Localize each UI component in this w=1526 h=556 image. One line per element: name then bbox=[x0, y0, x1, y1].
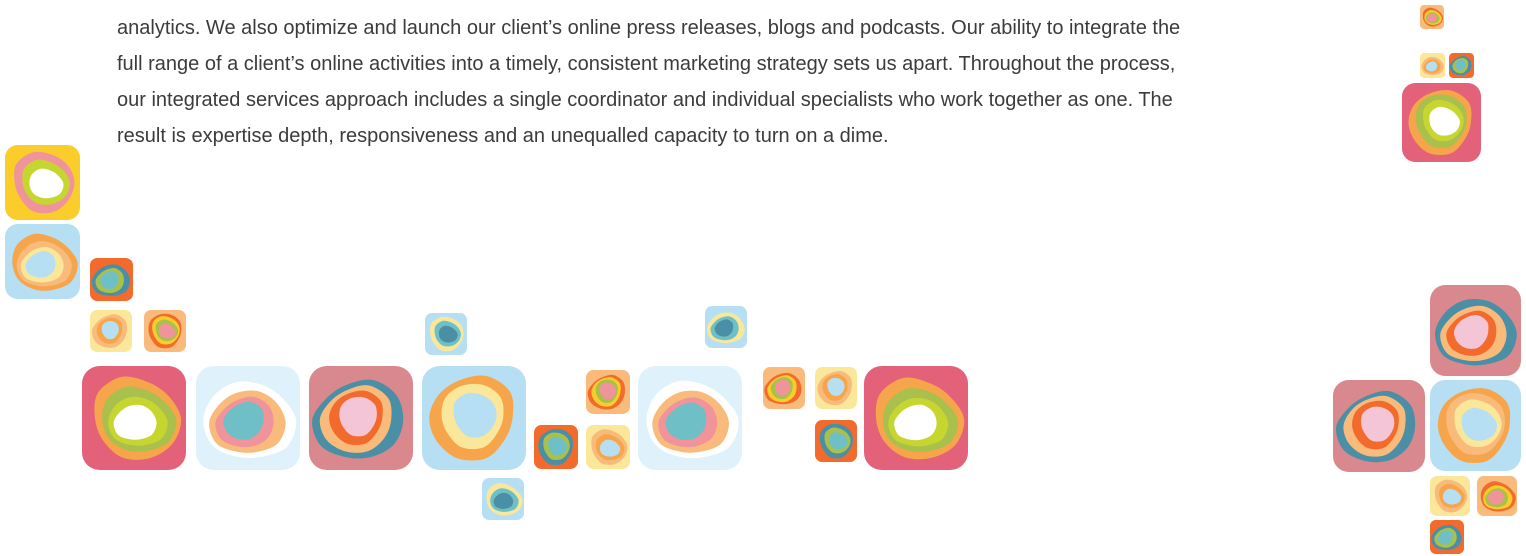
abstract-ring-tile-icon bbox=[638, 366, 742, 470]
body-line-3: our integrated services approach include… bbox=[117, 89, 1173, 111]
abstract-ring-tile-icon bbox=[1449, 53, 1474, 78]
abstract-ring-tile-icon bbox=[5, 145, 80, 220]
tile-float-3 bbox=[705, 306, 747, 348]
tile-left-top bbox=[5, 145, 80, 220]
tile-stack-3 bbox=[586, 425, 630, 469]
abstract-ring-tile-icon bbox=[482, 478, 524, 520]
abstract-ring-tile-icon bbox=[82, 366, 186, 470]
abstract-ring-tile-icon bbox=[763, 367, 805, 409]
abstract-ring-tile-icon bbox=[534, 425, 578, 469]
tile-stack-2 bbox=[534, 425, 578, 469]
abstract-ring-tile-icon bbox=[705, 306, 747, 348]
abstract-ring-tile-icon bbox=[864, 366, 968, 470]
abstract-ring-tile-icon bbox=[5, 224, 80, 299]
tile-left-small-2 bbox=[90, 310, 132, 352]
body-line-1: analytics. We also optimize and launch o… bbox=[117, 17, 1181, 39]
tile-right-top bbox=[1430, 285, 1521, 376]
abstract-ring-tile-icon bbox=[90, 258, 133, 301]
tile-top-right-small-3 bbox=[1449, 53, 1474, 78]
tile-float-2 bbox=[482, 478, 524, 520]
abstract-ring-tile-icon bbox=[196, 366, 300, 470]
abstract-ring-tile-icon bbox=[1477, 476, 1517, 516]
body-line-2: full range of a client’s online activiti… bbox=[117, 53, 1176, 75]
abstract-ring-tile-icon bbox=[90, 310, 132, 352]
abstract-ring-tile-icon bbox=[425, 313, 467, 355]
tile-right-left bbox=[1333, 380, 1425, 472]
tile-top-right-small-2 bbox=[1420, 53, 1445, 78]
tile-pair-2 bbox=[815, 367, 857, 409]
tile-row-2 bbox=[196, 366, 300, 470]
tile-row-5 bbox=[638, 366, 742, 470]
abstract-ring-tile-icon bbox=[1430, 476, 1470, 516]
tile-row-3 bbox=[309, 366, 413, 470]
abstract-ring-tile-icon bbox=[1402, 83, 1481, 162]
tile-top-right-small-1 bbox=[1420, 5, 1444, 29]
abstract-ring-tile-icon bbox=[1430, 285, 1521, 376]
tile-float-1 bbox=[425, 313, 467, 355]
body-paragraph: analytics. We also optimize and launch o… bbox=[117, 10, 1417, 154]
tile-right-small-1 bbox=[1430, 476, 1470, 516]
tile-row-6 bbox=[864, 366, 968, 470]
abstract-ring-tile-icon bbox=[422, 366, 526, 470]
tile-left-small-1 bbox=[90, 258, 133, 301]
tile-row-1 bbox=[82, 366, 186, 470]
abstract-ring-tile-icon bbox=[815, 420, 857, 462]
abstract-ring-tile-icon bbox=[1430, 380, 1521, 471]
abstract-ring-tile-icon bbox=[586, 370, 630, 414]
tile-left-small-3 bbox=[144, 310, 186, 352]
tile-stack-1 bbox=[586, 370, 630, 414]
body-line-4: result is expertise depth, responsivenes… bbox=[117, 125, 889, 147]
abstract-ring-tile-icon bbox=[1333, 380, 1425, 472]
tile-pair-1 bbox=[763, 367, 805, 409]
abstract-ring-tile-icon bbox=[309, 366, 413, 470]
tile-row-4 bbox=[422, 366, 526, 470]
tile-right-small-3 bbox=[1430, 520, 1464, 554]
tile-right-right bbox=[1430, 380, 1521, 471]
abstract-ring-tile-icon bbox=[1420, 53, 1445, 78]
abstract-ring-tile-icon bbox=[144, 310, 186, 352]
abstract-ring-tile-icon bbox=[586, 425, 630, 469]
tile-top-right-large bbox=[1402, 83, 1481, 162]
tile-pair-3 bbox=[815, 420, 857, 462]
abstract-ring-tile-icon bbox=[815, 367, 857, 409]
tile-right-small-2 bbox=[1477, 476, 1517, 516]
abstract-ring-tile-icon bbox=[1430, 520, 1464, 554]
abstract-ring-tile-icon bbox=[1420, 5, 1444, 29]
tile-left-middle bbox=[5, 224, 80, 299]
